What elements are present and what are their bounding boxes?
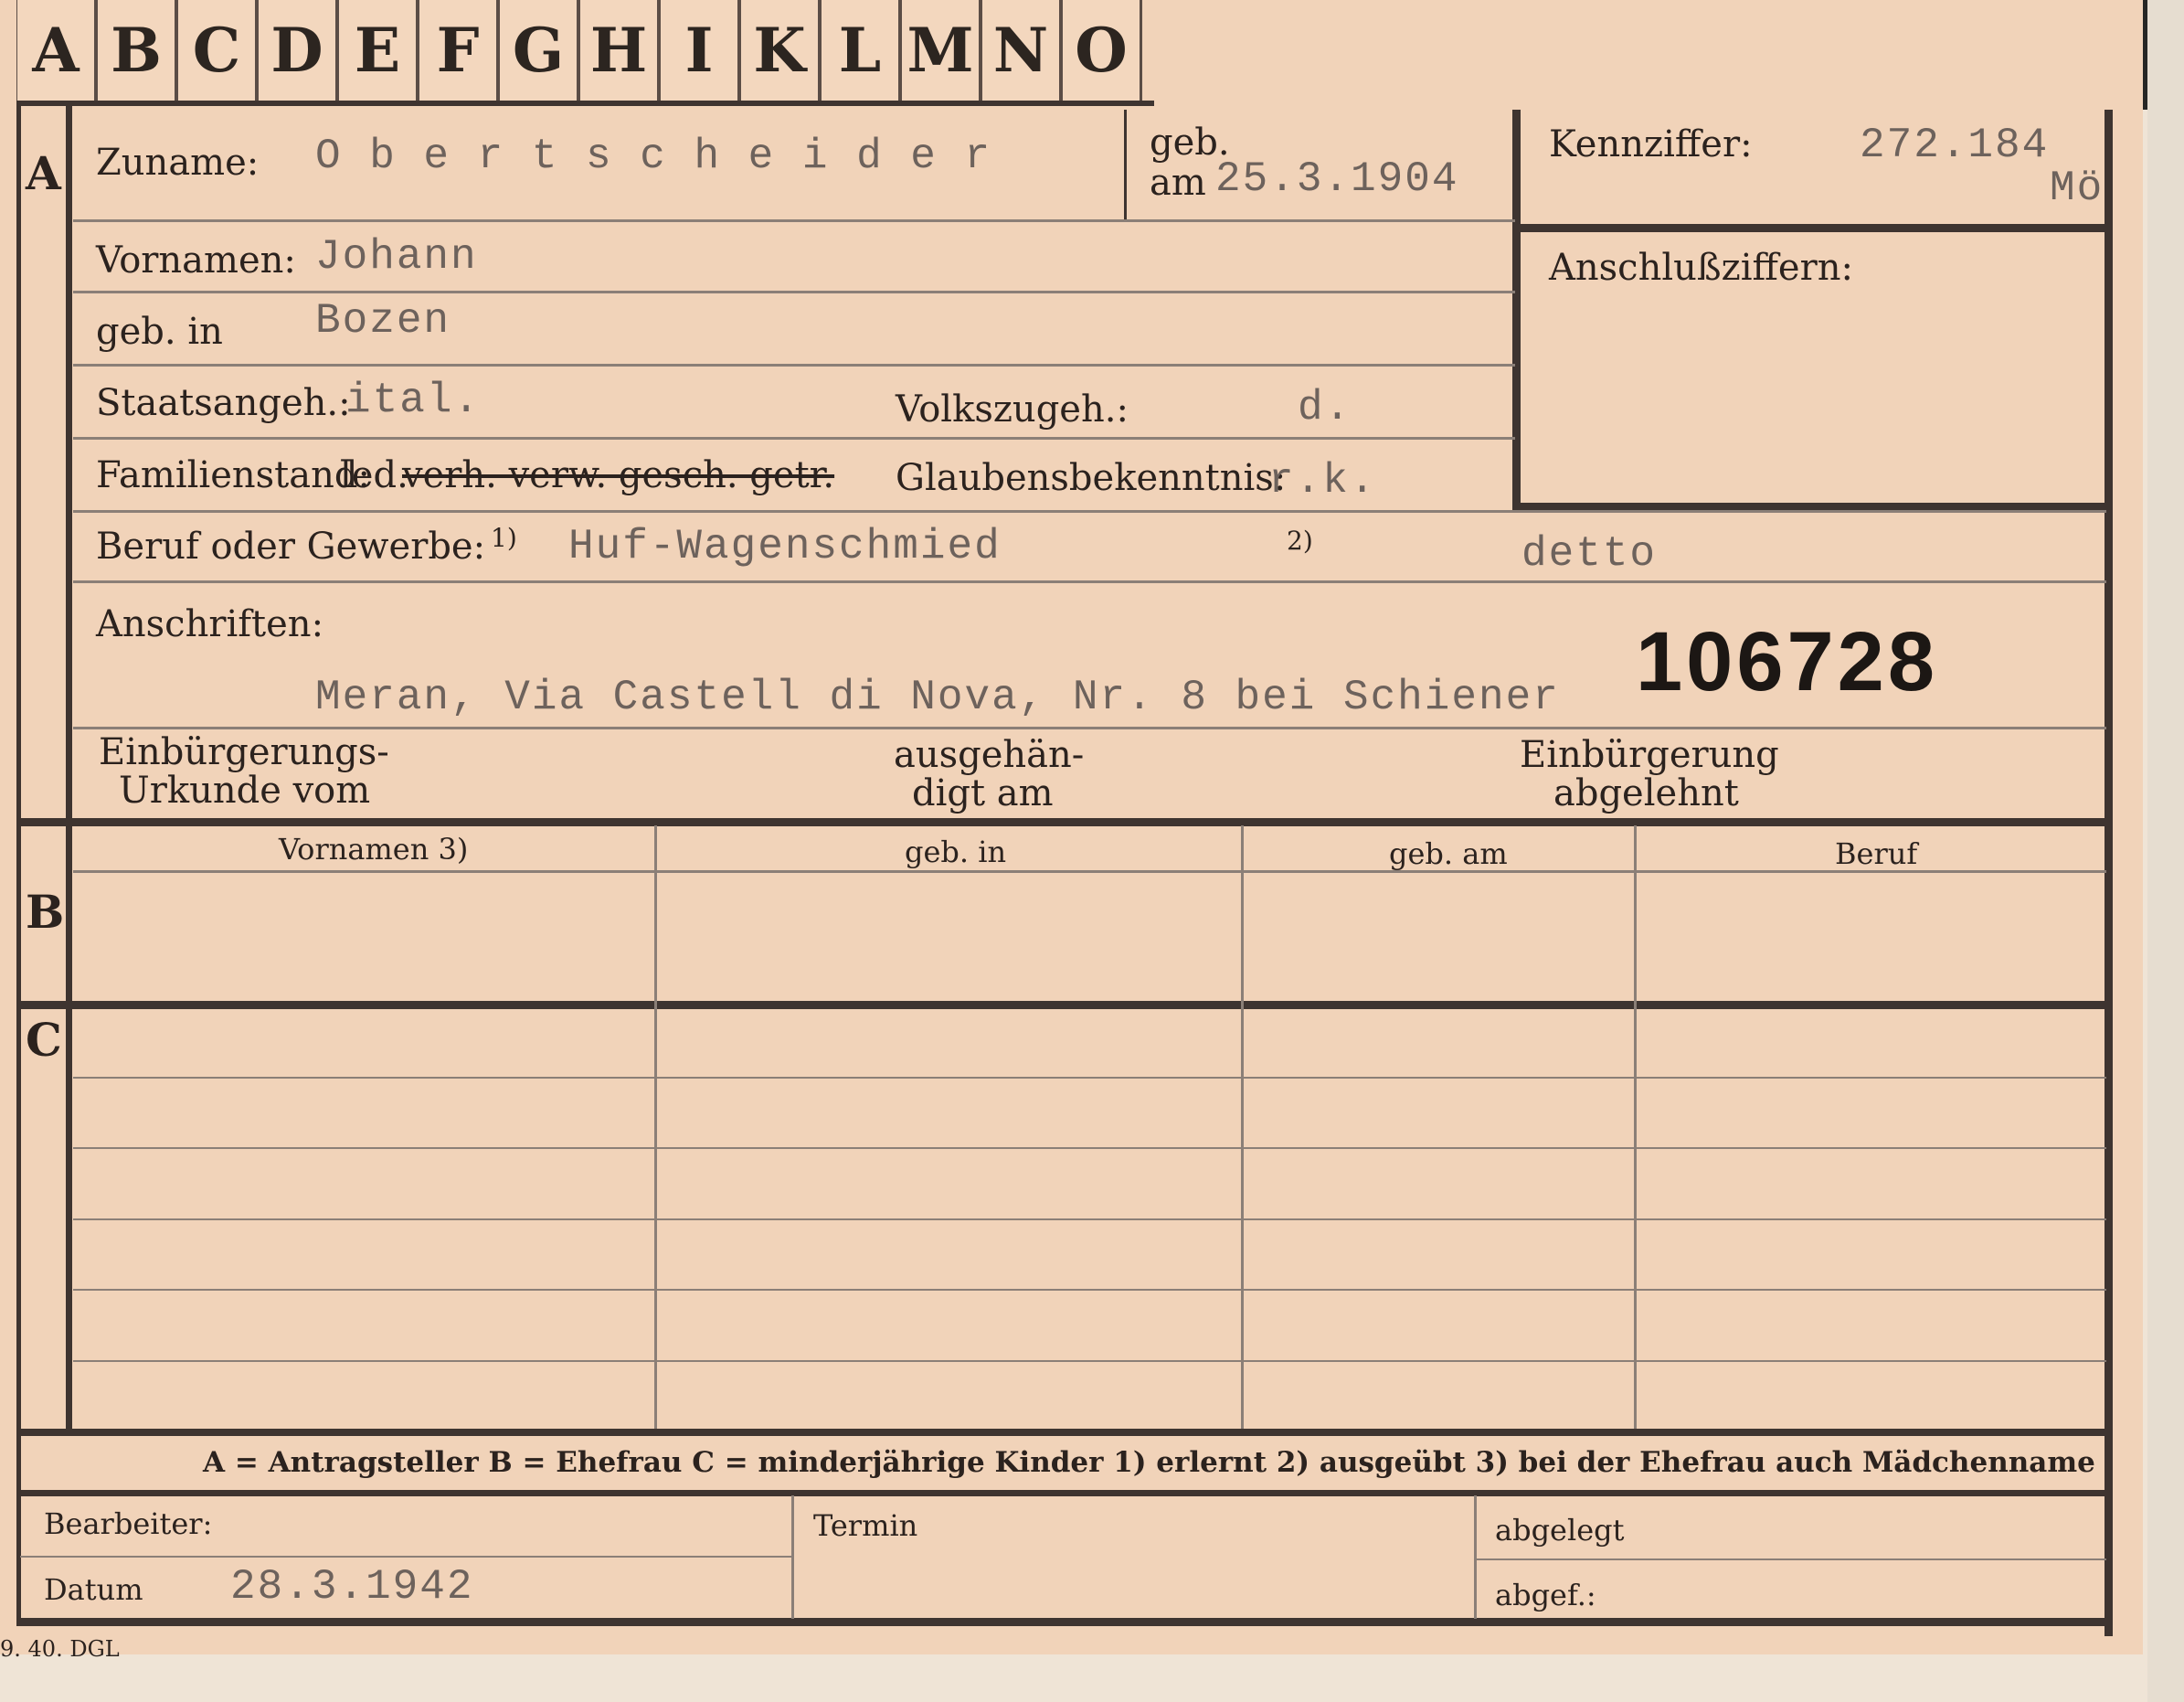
rule bbox=[73, 870, 2106, 873]
einbuergerungsurkunde-label-1: Einbürgerungs- bbox=[99, 731, 389, 773]
rule bbox=[73, 1218, 2106, 1220]
einbuergerung-abgelehnt-label-2: abgelehnt bbox=[1553, 772, 1739, 814]
volkszugehoerigkeit-value: d. bbox=[1298, 384, 1352, 431]
rule bbox=[20, 1556, 793, 1558]
zuname-label: Zuname: bbox=[96, 142, 260, 184]
rule bbox=[1241, 825, 1244, 1429]
tab-i: I bbox=[660, 0, 740, 101]
volkszugehoerigkeit-label: Volkszugeh.: bbox=[896, 388, 1129, 431]
kennziffer-value: 272.184 bbox=[1860, 122, 2050, 169]
rule bbox=[73, 219, 1515, 222]
geb-am-label: am bbox=[1150, 162, 1206, 204]
familienstand-ledig: led. bbox=[340, 454, 408, 496]
rule bbox=[2104, 110, 2113, 1636]
rule bbox=[73, 364, 1515, 367]
glaubensbekenntnis-label: Glaubensbekenntnis: bbox=[896, 457, 1287, 499]
print-code: 9. 40. DGL bbox=[0, 1636, 120, 1662]
column-header-beruf: Beruf bbox=[1835, 836, 1918, 871]
anschriften-label: Anschriften: bbox=[96, 603, 324, 645]
rule bbox=[73, 727, 2106, 729]
beruf-ausgeuebt-value: detto bbox=[1521, 530, 1658, 578]
rule bbox=[73, 291, 1515, 293]
beruf-label: Beruf oder Gewerbe: bbox=[96, 526, 486, 568]
einbuergerung-abgelehnt-label-1: Einbürgerung bbox=[1520, 734, 1779, 776]
tab-g: G bbox=[499, 0, 579, 101]
vornamen-label: Vornamen: bbox=[96, 239, 296, 282]
anschriften-value: Meran, Via Castell di Nova, Nr. 8 bei Sc… bbox=[315, 674, 1560, 721]
termin-label: Termin bbox=[813, 1508, 918, 1543]
staatsangehoerigkeit-label: Staatsangeh.: bbox=[96, 382, 351, 424]
scan-margin bbox=[2147, 0, 2184, 1702]
column-header-geb-am: geb. am bbox=[1389, 836, 1508, 871]
kennziffer-label: Kennziffer: bbox=[1549, 123, 1753, 165]
tab-l: L bbox=[821, 0, 901, 101]
abgefuehrt-label: abgef.: bbox=[1495, 1578, 1596, 1612]
rule bbox=[1512, 224, 2106, 232]
section-c-marker: C bbox=[26, 1013, 62, 1067]
einbuergerungsurkunde-label-2: Urkunde vom bbox=[119, 770, 371, 812]
geb-in-value: Bozen bbox=[315, 297, 451, 345]
legend: A = Antragsteller B = Ehefrau C = minder… bbox=[203, 1446, 2095, 1479]
rule bbox=[16, 1001, 2109, 1009]
datum-value: 28.3.1942 bbox=[230, 1563, 474, 1611]
rule bbox=[16, 101, 21, 1618]
rule bbox=[73, 1147, 2106, 1149]
beruf-erlernt-value: Huf-Wagenschmied bbox=[568, 523, 1002, 570]
column-header-geb-in: geb. in bbox=[905, 835, 1007, 869]
tab-o: O bbox=[1062, 0, 1142, 101]
ausgehaendigt-label-1: ausgehän- bbox=[894, 734, 1085, 776]
geb-am-value: 25.3.1904 bbox=[1215, 155, 1459, 203]
section-b-marker: B bbox=[26, 885, 65, 939]
staatsangehoerigkeit-value: ital. bbox=[345, 377, 482, 424]
rule bbox=[16, 101, 1154, 106]
rule bbox=[16, 1618, 2109, 1626]
section-a-marker: A bbox=[26, 146, 61, 200]
beruf-note-1: 1) bbox=[491, 523, 517, 553]
tab-d: D bbox=[258, 0, 338, 101]
rule bbox=[73, 437, 1515, 440]
tab-a: A bbox=[16, 0, 97, 101]
ausgehaendigt-label-2: digt am bbox=[912, 772, 1054, 814]
familienstand-struck-options: verh. verw. gesch. getr. bbox=[402, 454, 835, 496]
rule bbox=[16, 818, 2109, 826]
zuname-value: O b e r t s c h e i d e r bbox=[315, 133, 992, 180]
glaubensbekenntnis-value: r.k. bbox=[1268, 457, 1377, 505]
rule bbox=[1476, 1558, 2106, 1560]
tab-h: H bbox=[579, 0, 660, 101]
rule bbox=[73, 1077, 2106, 1079]
rule bbox=[73, 1360, 2106, 1362]
rule bbox=[1124, 110, 1127, 219]
index-tabs: A B C D E F G H I K L M N O bbox=[16, 0, 1142, 101]
rule bbox=[73, 1289, 2106, 1291]
column-header-vornamen: Vornamen 3) bbox=[279, 832, 469, 867]
rule bbox=[16, 1429, 2109, 1436]
rule bbox=[73, 580, 2106, 583]
datum-label: Datum bbox=[44, 1572, 143, 1607]
tab-m: M bbox=[901, 0, 981, 101]
abgelegt-label: abgelegt bbox=[1495, 1513, 1625, 1548]
kennziffer-suffix: Mö bbox=[2050, 165, 2104, 212]
tab-e: E bbox=[338, 0, 419, 101]
rule bbox=[654, 825, 657, 1429]
rule bbox=[1512, 110, 1521, 512]
rule bbox=[73, 510, 2106, 513]
anschlussziffern-label: Anschlußziffern: bbox=[1549, 247, 1853, 289]
rule bbox=[1634, 825, 1637, 1429]
beruf-note-2: 2) bbox=[1287, 526, 1313, 556]
stamp-number: 106728 bbox=[1636, 615, 1938, 708]
rule bbox=[66, 105, 72, 1435]
rule bbox=[1474, 1495, 1477, 1619]
tab-n: N bbox=[981, 0, 1062, 101]
tab-k: K bbox=[740, 0, 821, 101]
familienstand-label: Familienstand: bbox=[96, 454, 370, 496]
tab-f: F bbox=[419, 0, 499, 101]
geb-in-label: geb. in bbox=[96, 311, 223, 353]
tab-c: C bbox=[177, 0, 258, 101]
bearbeiter-label: Bearbeiter: bbox=[44, 1506, 213, 1541]
rule bbox=[16, 1490, 2109, 1496]
tab-b: B bbox=[97, 0, 177, 101]
vornamen-value: Johann bbox=[315, 233, 478, 281]
